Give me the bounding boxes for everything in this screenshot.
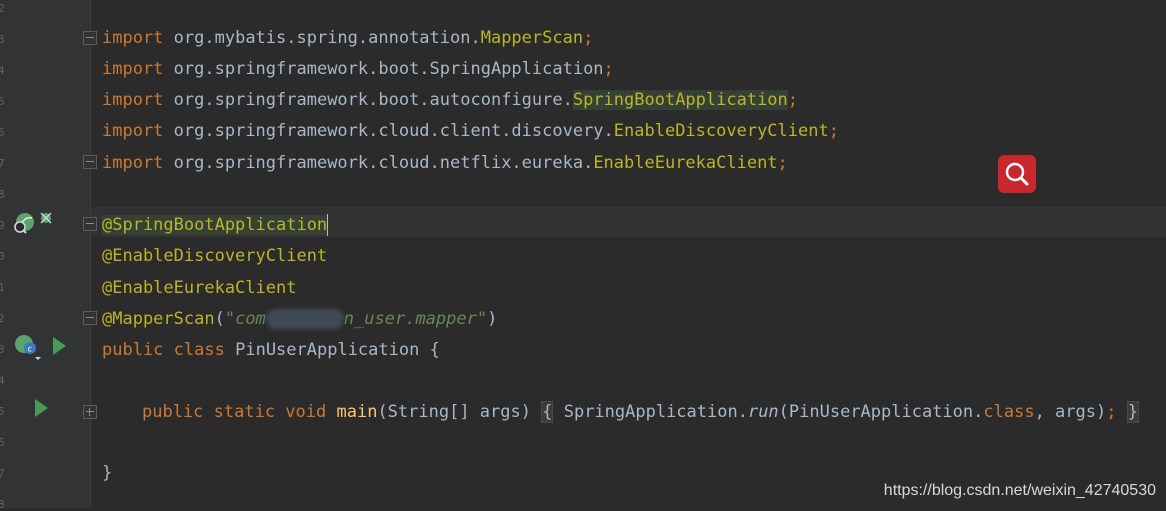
string-literal: "com	[224, 309, 266, 329]
fold-collapse-icon[interactable]	[83, 217, 97, 231]
line-number: 4	[0, 64, 5, 77]
class-name: SpringApplication	[429, 59, 604, 79]
line-number: 4	[0, 374, 5, 387]
line-number: 3	[0, 33, 5, 46]
keyword: import	[102, 59, 164, 79]
method-name: main	[336, 402, 378, 422]
semicolon: ;	[583, 28, 594, 48]
line-number: 3	[0, 343, 5, 356]
string-literal: n_user.mapper"	[343, 309, 488, 329]
code-line-class-declaration[interactable]: public class PinUserApplication {	[102, 338, 440, 362]
code-line-import[interactable]: import org.springframework.cloud.netflix…	[102, 151, 788, 175]
method-params: (String[] args)	[377, 402, 531, 422]
semicolon: ;	[603, 59, 614, 79]
redacted-text	[265, 309, 344, 329]
run-icon[interactable]	[35, 399, 48, 417]
annotation: @SpringBootApplication	[102, 215, 328, 235]
code-line-annotation[interactable]: @MapperScan("com n_user.mapper")	[102, 307, 497, 331]
method-args: , args)	[1034, 402, 1107, 422]
package-path: org.mybatis.spring.annotation.	[173, 28, 481, 48]
keyword: import	[102, 28, 164, 48]
line-number: 8	[0, 498, 5, 511]
watermark: https://blog.csdn.net/weixin_42740530	[883, 482, 1156, 499]
semicolon: ;	[1106, 402, 1117, 422]
annotation: @MapperScan	[102, 309, 215, 329]
code-line-annotation[interactable]: @EnableDiscoveryClient	[102, 244, 327, 268]
semicolon: ;	[777, 153, 788, 173]
semicolon: ;	[787, 90, 799, 110]
keyword: public static void	[142, 402, 327, 422]
brace: {	[429, 340, 440, 360]
package-path: org.springframework.boot.autoconfigure.	[173, 90, 573, 110]
code-line-annotation[interactable]: @EnableEurekaClient	[102, 276, 296, 300]
semicolon: ;	[828, 121, 839, 141]
fold-collapse-icon[interactable]	[83, 31, 97, 45]
code-line-import[interactable]: import org.springframework.boot.SpringAp…	[102, 57, 614, 81]
brace: }	[102, 463, 113, 483]
svg-text:c: c	[28, 345, 32, 354]
class-name: MapperScan	[480, 28, 584, 48]
keyword: class	[983, 402, 1035, 422]
line-number: 9	[0, 219, 5, 232]
editor-gutter	[0, 0, 90, 508]
line-number: 1	[0, 281, 5, 294]
package-path: org.springframework.boot.	[173, 59, 430, 79]
method-call: run	[747, 402, 779, 422]
method-args: (PinUserApplication.	[778, 402, 984, 422]
package-path: org.springframework.cloud.netflix.eureka…	[173, 153, 594, 173]
keyword: import	[102, 153, 164, 173]
line-number: 0	[0, 250, 5, 263]
class-reference: SpringApplication.	[563, 402, 748, 422]
annotation: @EnableDiscoveryClient	[102, 246, 328, 266]
run-icon[interactable]	[53, 337, 66, 355]
fold-collapse-icon[interactable]	[83, 155, 97, 169]
annotation: @EnableEurekaClient	[102, 278, 297, 298]
folded-brace: {	[541, 401, 554, 423]
class-name: EnableEurekaClient	[593, 153, 778, 173]
search-icon	[1005, 162, 1029, 186]
class-name: EnableDiscoveryClient	[613, 121, 829, 141]
line-number: 7	[0, 157, 5, 170]
line-number: 2	[0, 312, 5, 325]
keyword: import	[102, 90, 164, 110]
line-number: 6	[0, 436, 5, 449]
bean-navigation-icon[interactable]	[38, 210, 54, 226]
class-name-highlighted: SpringBootApplication	[572, 90, 788, 110]
class-name: PinUserApplication	[235, 340, 420, 360]
search-button[interactable]	[998, 155, 1036, 193]
folded-brace: }	[1126, 401, 1139, 423]
code-line-import[interactable]: import org.springframework.boot.autoconf…	[102, 88, 798, 112]
text-cursor	[327, 214, 329, 236]
line-number: 5	[0, 405, 5, 418]
keyword: public	[102, 340, 164, 360]
line-number: 6	[0, 126, 5, 139]
gutter-divider	[90, 0, 91, 508]
code-line-class-close[interactable]: }	[102, 461, 112, 485]
paren: (	[214, 309, 225, 329]
keyword: import	[102, 121, 164, 141]
keyword: class	[173, 340, 225, 360]
code-line-annotation[interactable]: @SpringBootApplication	[102, 213, 329, 237]
line-number: 8	[0, 188, 5, 201]
line-number: 2	[0, 2, 5, 15]
code-line-import[interactable]: import org.springframework.cloud.client.…	[102, 119, 839, 143]
paren: )	[487, 309, 498, 329]
code-line-main-method[interactable]: public static void main(String[] args) {…	[142, 400, 1139, 424]
code-line-import[interactable]: import org.mybatis.spring.annotation.Map…	[102, 26, 593, 50]
line-number: 7	[0, 467, 5, 480]
spring-boot-app-icon[interactable]: c	[12, 332, 42, 362]
spring-bean-icon[interactable]	[12, 212, 36, 236]
package-path: org.springframework.cloud.client.discove…	[173, 121, 614, 141]
fold-expand-icon[interactable]	[83, 405, 97, 419]
line-number: 5	[0, 95, 5, 108]
fold-collapse-icon[interactable]	[83, 311, 97, 325]
